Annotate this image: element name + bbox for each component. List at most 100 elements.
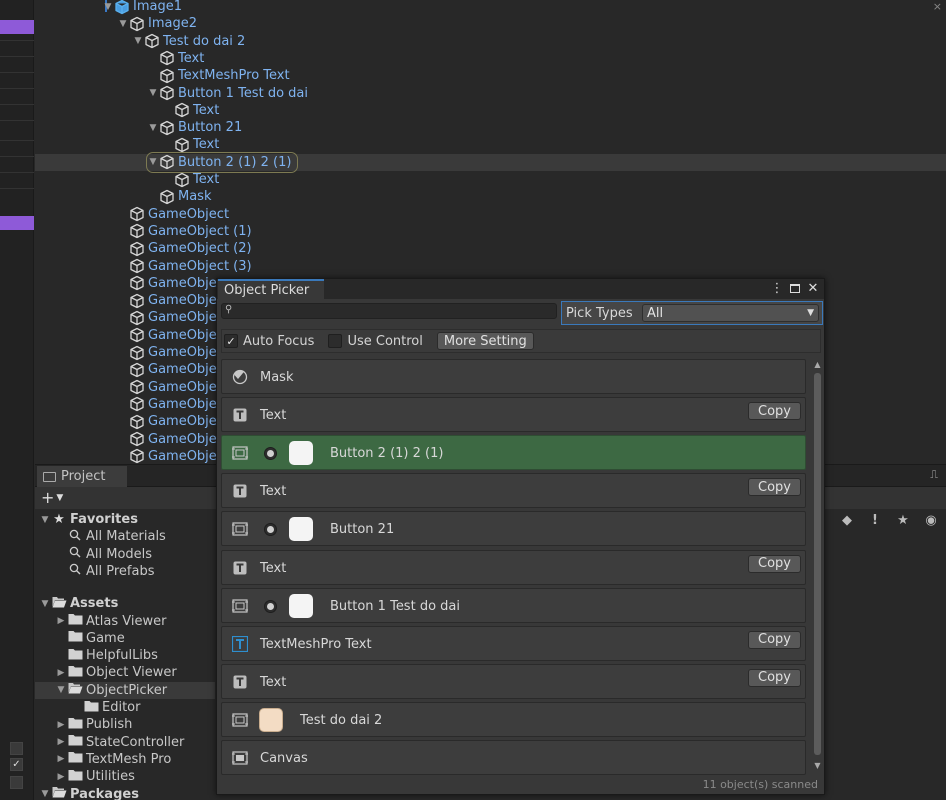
hierarchy-row[interactable]: GameObje [117,413,217,430]
create-dropdown-button[interactable]: + ▼ [41,488,63,507]
project-tree-row[interactable]: ▶ StateController [35,734,185,751]
picked-object-item[interactable]: Text Copy [221,397,806,433]
picked-object-item[interactable]: Text Copy [221,663,806,699]
hierarchy-row[interactable]: Mask [147,188,211,205]
visibility-eye-icon[interactable]: ◉ [920,510,942,530]
project-tree-row[interactable]: HelpfulLibs [35,647,158,664]
hierarchy-row[interactable]: ▼ Image1 [102,0,182,15]
project-tree-row[interactable]: Game [35,630,125,647]
picked-object-item[interactable]: Canvas [221,740,806,775]
tab-project[interactable]: Project [37,466,127,487]
mini-checkbox-checked[interactable]: ✓ [10,758,23,771]
maximize-icon[interactable] [788,281,802,295]
scroll-up-icon[interactable]: ▲ [813,360,822,369]
hierarchy-row[interactable]: GameObje [117,431,217,448]
hierarchy-row[interactable]: Text [147,50,204,67]
auto-focus-checkbox[interactable]: ✓ [224,334,238,348]
pick-types-dropdown[interactable]: All ▼ [642,304,819,322]
hierarchy-row[interactable]: GameObject [117,206,229,223]
hierarchy-row[interactable]: ▼ Button 2 (1) 2 (1) [147,154,292,171]
hierarchy-row[interactable]: GameObje [117,448,217,464]
project-tree-row[interactable]: ▼ Assets [35,595,119,612]
hierarchy-row[interactable]: Text [162,136,219,153]
expand-arrow-icon[interactable]: ▶ [55,668,67,678]
hierarchy-row[interactable]: ▼ Button 1 Test do dai [147,85,308,102]
project-tree-row[interactable]: Editor [35,699,140,716]
picked-object-item[interactable]: Button 21 [221,511,806,547]
project-tree-row[interactable]: ▶ TextMesh Pro [35,751,172,768]
search-input[interactable]: ⚲ [221,303,557,319]
expand-arrow-icon[interactable]: ▼ [102,2,114,12]
project-tree-row[interactable]: ▼ ObjectPicker [35,681,215,699]
raycast-target-radio[interactable] [264,447,277,461]
picked-object-item[interactable]: Button 1 Test do dai [221,587,806,623]
project-tree-row[interactable]: ▶ Atlas Viewer [35,613,167,630]
expand-arrow-icon[interactable]: ▼ [117,19,129,29]
hierarchy-row[interactable]: GameObje [117,379,217,396]
hierarchy-row[interactable]: ▼ Test do dai 2 [132,33,246,50]
expand-arrow-icon[interactable]: ▼ [39,599,51,609]
picked-object-item[interactable]: Text Copy [221,473,806,509]
hierarchy-row[interactable]: GameObject (3) [117,258,252,275]
close-icon[interactable]: ✕ [806,281,820,296]
hierarchy-row[interactable]: GameObje [117,396,217,413]
purple-tab-marker[interactable] [0,20,34,34]
expand-arrow-icon[interactable]: ▼ [39,515,51,525]
picked-object-item[interactable]: Mask [221,359,806,394]
hierarchy-row[interactable]: GameObje [117,361,217,378]
expand-arrow-icon[interactable]: ▶ [55,754,67,764]
kebab-menu-icon[interactable]: ⋮ [770,281,784,296]
project-tree-row[interactable]: ▶ Object Viewer [35,664,177,681]
expand-arrow-icon[interactable]: ▼ [147,123,159,133]
mini-checkbox[interactable] [10,776,23,789]
picked-object-item[interactable]: Test do dai 2 [221,701,806,737]
expand-arrow-icon[interactable]: ▶ [55,720,67,730]
copy-button[interactable]: Copy [748,668,801,687]
picked-object-item[interactable]: Button 2 (1) 2 (1) [221,435,806,471]
list-scrollbar[interactable]: ▲ ▼ [811,359,823,773]
hierarchy-row[interactable]: GameObje [117,275,217,292]
warning-icon[interactable]: ! [864,510,886,530]
hierarchy-row[interactable]: GameObje [117,327,217,344]
hierarchy-row[interactable]: Text [162,102,219,119]
project-tree-row[interactable]: All Models [35,546,152,563]
lock-icon[interactable]: ⎍ [930,468,938,482]
hierarchy-row[interactable]: ▼ Button 21 [147,119,243,136]
tab-object-picker[interactable]: Object Picker [218,279,324,300]
mini-checkbox[interactable] [10,742,23,755]
hierarchy-row[interactable]: GameObje [117,292,217,309]
hierarchy-row[interactable]: GameObje [117,309,217,326]
scroll-down-icon[interactable]: ▼ [813,761,822,770]
favorite-star-icon[interactable]: ★ [892,510,914,530]
picked-object-item[interactable]: TextMeshPro Text Copy [221,625,806,661]
close-icon[interactable]: × [933,0,942,13]
project-tree-row[interactable]: All Materials [35,528,166,545]
project-tree-row[interactable]: ▼ Packages [35,786,139,800]
expand-arrow-icon[interactable]: ▼ [39,789,51,799]
hierarchy-row[interactable]: GameObject (1) [117,223,252,240]
picked-object-item[interactable]: Text Copy [221,549,806,585]
expand-arrow-icon[interactable]: ▼ [147,157,159,167]
copy-button[interactable]: Copy [748,478,801,497]
scrollbar-thumb[interactable] [814,373,821,755]
filter-by-label-icon[interactable]: ◆ [836,510,858,530]
raycast-target-radio[interactable] [264,523,277,537]
more-setting-button[interactable]: More Setting [436,332,534,350]
copy-button[interactable]: Copy [748,630,801,649]
copy-button[interactable]: Copy [748,402,801,421]
use-control-checkbox[interactable] [328,334,343,348]
project-tree-row[interactable]: ▼ ★ Favorites [35,511,138,528]
expand-arrow-icon[interactable]: ▶ [55,772,67,782]
copy-button[interactable]: Copy [748,554,801,573]
expand-arrow-icon[interactable]: ▼ [147,88,159,98]
project-tree-row[interactable]: ▶ Publish [35,716,133,733]
expand-arrow-icon[interactable]: ▶ [55,737,67,747]
hierarchy-row[interactable]: GameObject (2) [117,240,252,257]
hierarchy-row[interactable]: TextMeshPro Text [147,67,290,84]
expand-arrow-icon[interactable]: ▶ [55,616,67,626]
raycast-target-radio[interactable] [264,599,277,613]
project-tree-row[interactable]: ▶ Utilities [35,768,135,785]
purple-tab-marker[interactable] [0,216,34,230]
hierarchy-row[interactable]: Text [162,171,219,188]
expand-arrow-icon[interactable]: ▼ [132,36,144,46]
